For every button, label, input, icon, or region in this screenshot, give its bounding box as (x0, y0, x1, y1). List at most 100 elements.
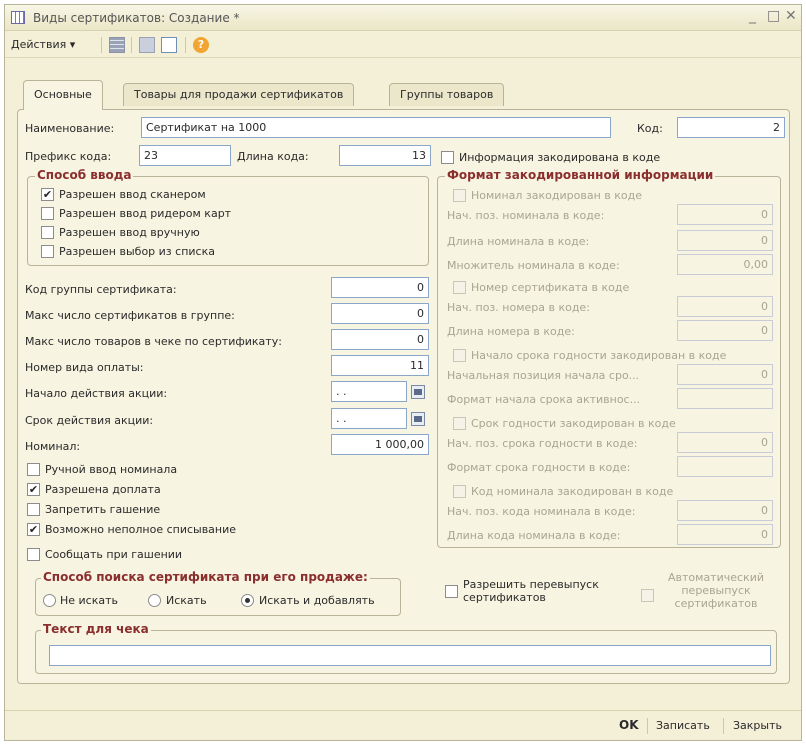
actions-menu[interactable]: Действия ▾ (11, 38, 75, 51)
promo-start-label: Начало действия акции: (25, 387, 168, 400)
scanner-checkbox[interactable]: ✔ (41, 188, 54, 201)
encoded-field-label: Длина номинала в коде: (447, 235, 590, 248)
encoded-option-checkbox[interactable] (453, 349, 466, 362)
prefix-label: Префикс кода: (25, 150, 112, 163)
surcharge-checkbox[interactable]: ✔ (27, 483, 40, 496)
max-certs-input[interactable]: 0 (331, 303, 429, 324)
encoded-field-input[interactable]: 0 (677, 500, 773, 521)
search-radio[interactable] (148, 594, 161, 607)
forbid-redemption-checkbox[interactable] (27, 503, 40, 516)
payment-type-input[interactable]: 11 (331, 355, 429, 376)
cards-icon[interactable] (139, 37, 155, 53)
cert-group-code-label: Код группы сертификата: (25, 283, 177, 296)
encoded-field-input[interactable]: 0 (677, 204, 773, 225)
encoded-field-input[interactable] (677, 388, 773, 409)
name-input[interactable]: Сертификат на 1000 (141, 117, 611, 138)
cert-group-code-input[interactable]: 0 (331, 277, 429, 298)
certificate-type-window: Виды сертификатов: Создание * _ □ ✕ Дейс… (4, 4, 802, 741)
allow-reissue-label: Разрешить перевыпуск сертификатов (463, 578, 599, 604)
card-reader-checkbox[interactable] (41, 207, 54, 220)
toolbar-separator (101, 37, 102, 53)
footer-separator (723, 718, 724, 734)
encoded-option-checkbox[interactable] (453, 417, 466, 430)
code-length-input[interactable]: 13 (339, 145, 431, 166)
code-input[interactable]: 2 (677, 117, 785, 138)
encoded-field-label: Формат срока годности в коде: (447, 461, 631, 474)
max-items-input[interactable]: 0 (331, 329, 429, 350)
encoded-field-label: Длина кода номинала в коде: (447, 529, 621, 542)
encoded-field-input[interactable]: 0,00 (677, 254, 773, 275)
tab-main[interactable]: Основные (23, 80, 103, 110)
allow-reissue-checkbox[interactable] (445, 585, 458, 598)
save-button[interactable]: Записать (656, 719, 710, 732)
promo-start-input[interactable]: . . (331, 381, 407, 402)
input-method-title: Способ ввода (35, 168, 134, 182)
grid-icon[interactable] (109, 37, 125, 53)
encoded-option-label: Номер сертификата в коде (471, 281, 630, 294)
encoded-field-input[interactable] (677, 456, 773, 477)
notify-redemption-label: Сообщать при гашении (45, 548, 183, 561)
document-icon[interactable] (161, 37, 177, 53)
scanner-label: Разрешен ввод сканером (59, 188, 206, 201)
payment-type-label: Номер вида оплаты: (25, 361, 144, 374)
encoded-option-label: Номинал закодирован в коде (471, 189, 642, 202)
max-items-label: Макс число товаров в чеке по сертификату… (25, 335, 282, 348)
code-length-label: Длина кода: (237, 150, 309, 163)
calendar-icon[interactable] (411, 412, 425, 426)
list-select-checkbox[interactable] (41, 245, 54, 258)
toolbar: Действия ▾ ? (5, 32, 801, 58)
window-title: Виды сертификатов: Создание * (33, 11, 240, 25)
partial-writeoff-checkbox[interactable]: ✔ (27, 523, 40, 536)
minimize-button[interactable]: _ (749, 8, 756, 24)
encoded-field-input[interactable]: 0 (677, 432, 773, 453)
nominal-label: Номинал: (25, 440, 81, 453)
search-none-radio[interactable] (43, 594, 56, 607)
search-and-add-radio[interactable] (241, 594, 254, 607)
encoded-option-checkbox[interactable] (453, 281, 466, 294)
forbid-redemption-label: Запретить гашение (45, 503, 161, 516)
help-icon[interactable]: ? (193, 37, 209, 53)
encoded-field-input[interactable]: 0 (677, 320, 773, 341)
promo-end-label: Срок действия акции: (25, 414, 154, 427)
encoded-option-label: Срок годности закодирован в коде (471, 417, 676, 430)
app-icon (11, 11, 25, 24)
manual-input-checkbox[interactable] (41, 226, 54, 239)
footer-separator (647, 718, 648, 734)
prefix-input[interactable]: 23 (139, 145, 231, 166)
encoded-field-input[interactable]: 0 (677, 524, 773, 545)
encoded-info-checkbox[interactable] (441, 151, 454, 164)
auto-reissue-checkbox[interactable] (641, 589, 654, 602)
search-label: Искать (166, 594, 207, 607)
encoded-option-checkbox[interactable] (453, 189, 466, 202)
encoded-option-checkbox[interactable] (453, 485, 466, 498)
encoded-field-label: Нач. поз. номера в коде: (447, 301, 590, 314)
search-and-add-label: Искать и добавлять (259, 594, 375, 607)
encoded-info-label: Информация закодирована в коде (459, 151, 661, 164)
maximize-button[interactable]: □ (767, 8, 780, 24)
notify-redemption-checkbox[interactable] (27, 548, 40, 561)
encoded-format-title: Формат закодированной информации (445, 168, 716, 182)
toolbar-separator (185, 37, 186, 53)
promo-end-input[interactable]: . . (331, 408, 407, 429)
close-button[interactable]: ✕ (785, 8, 797, 24)
nominal-input[interactable]: 1 000,00 (331, 434, 429, 455)
tab-product-groups[interactable]: Группы товаров (389, 83, 505, 106)
manual-nominal-checkbox[interactable] (27, 463, 40, 476)
encoded-field-input[interactable]: 0 (677, 230, 773, 251)
close-form-button[interactable]: Закрыть (733, 719, 782, 732)
encoded-field-input[interactable]: 0 (677, 296, 773, 317)
search-none-label: Не искать (60, 594, 119, 607)
ok-button[interactable]: OK (619, 718, 639, 732)
manual-input-label: Разрешен ввод вручную (59, 226, 200, 239)
encoded-field-label: Длина номера в коде: (447, 325, 575, 338)
surcharge-label: Разрешена доплата (45, 483, 161, 496)
list-select-label: Разрешен выбор из списка (59, 245, 215, 258)
name-label: Наименование: (25, 122, 115, 135)
toolbar-separator (131, 37, 132, 53)
receipt-text-input[interactable] (49, 645, 771, 666)
calendar-icon[interactable] (411, 385, 425, 399)
encoded-field-label: Множитель номинала в коде: (447, 259, 620, 272)
tab-products[interactable]: Товары для продажи сертификатов (123, 83, 355, 106)
encoded-field-input[interactable]: 0 (677, 364, 773, 385)
encoded-option-label: Начало срока годности закодирован в коде (471, 349, 727, 362)
